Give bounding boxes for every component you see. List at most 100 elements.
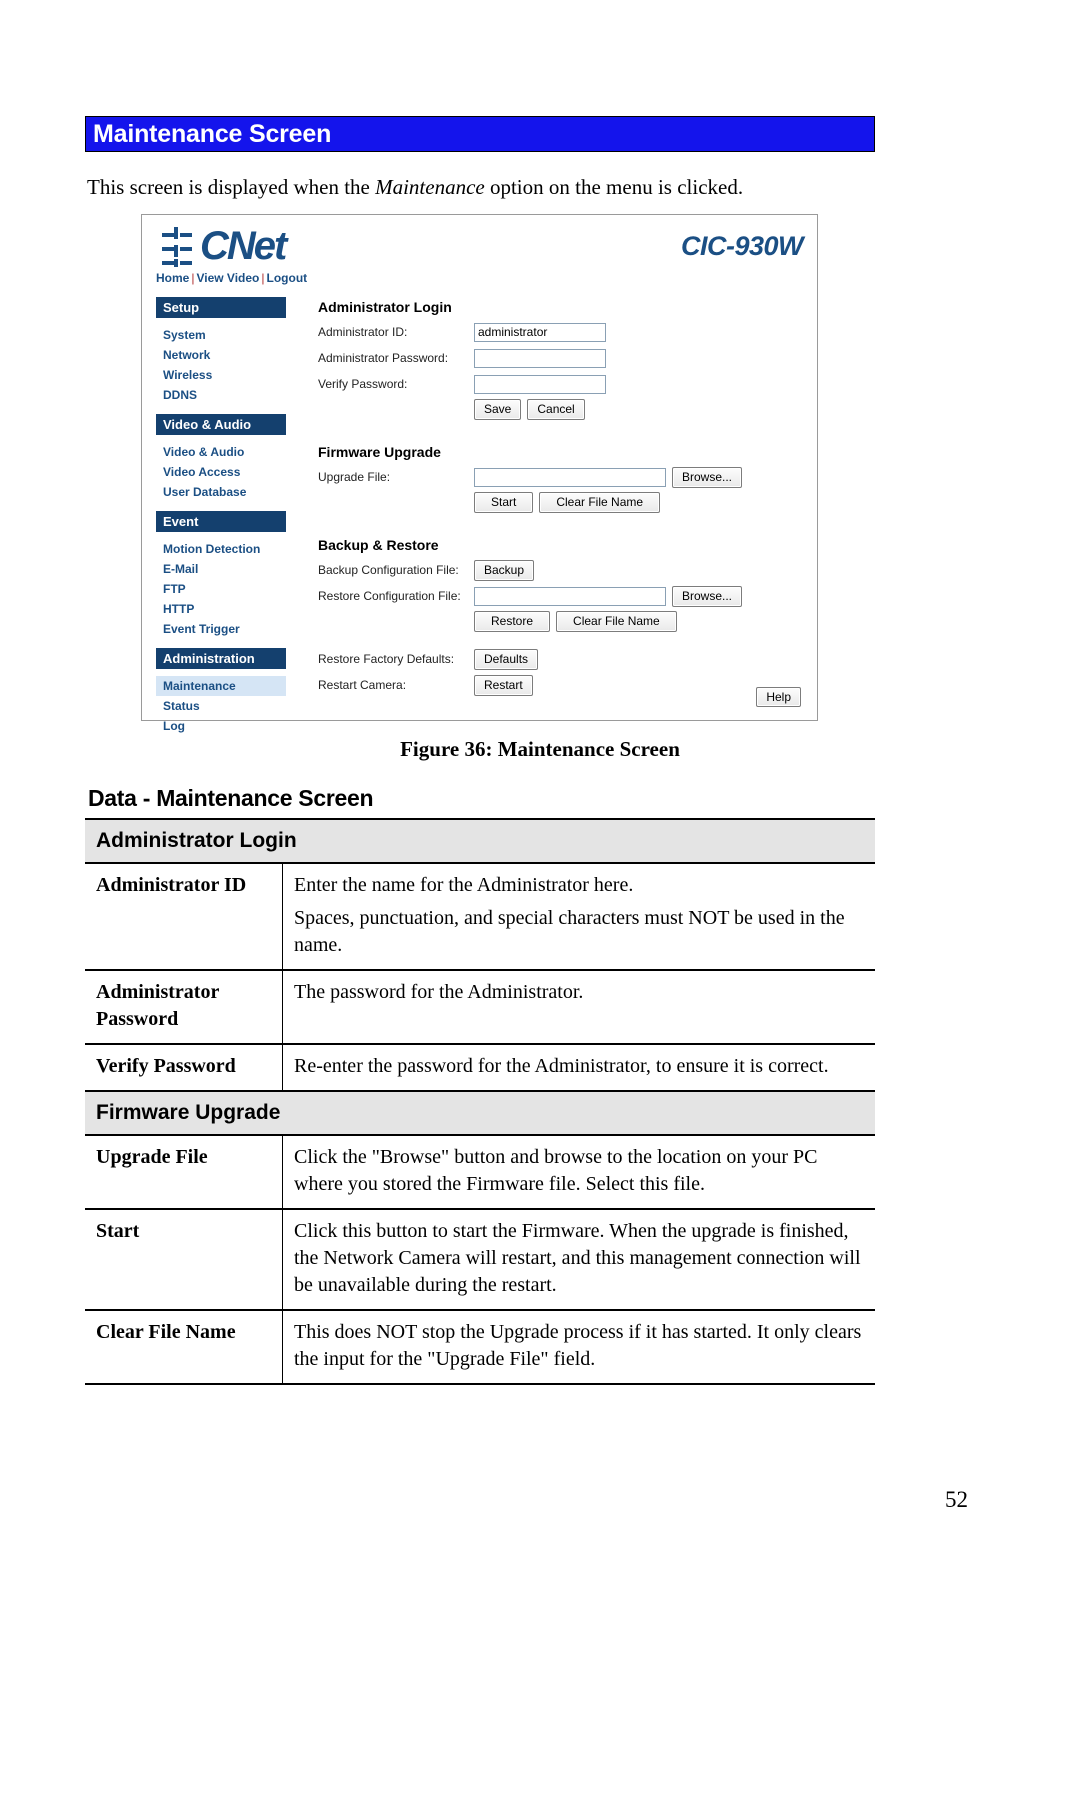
figure-camera-ui: CNet CIC-930W Home | View Video | Logout Set… (141, 214, 818, 733)
sidebar-item-network[interactable]: Network (156, 345, 286, 365)
row-key-start: Start (85, 1209, 283, 1311)
paragraph: Spaces, punctuation, and special charact… (294, 907, 845, 956)
sidebar-item-ddns[interactable]: DDNS (156, 385, 286, 405)
help-button[interactable]: Help (756, 687, 801, 707)
backup-restore-buttons: Restore Clear File Name (318, 611, 804, 632)
row-value-clear-file-name: This does NOT stop the Upgrade process i… (282, 1310, 875, 1385)
intro-text-after: option on the menu is clicked. (484, 175, 744, 199)
sidebar-item-user-database[interactable]: User Database (156, 482, 286, 502)
model-name: CIC-930W (680, 231, 804, 261)
restore-browse-button[interactable]: Browse... (672, 585, 743, 607)
table-row: Clear File Name This does NOT stop the U… (85, 1310, 875, 1385)
table-row: Administrator Password The password for … (85, 970, 875, 1045)
row-value-administrator-password: The password for the Administrator. (282, 970, 875, 1045)
top-links: Home | View Video | Logout (156, 271, 307, 285)
sidebar-header-setup: Setup (156, 297, 286, 318)
paragraph: Click the "Browse" button and browse to … (294, 1146, 818, 1195)
sidebar-item-video-audio[interactable]: Video & Audio (156, 442, 286, 462)
restart-button[interactable]: Restart (474, 674, 533, 696)
row-restore-factory-defaults: Restore Factory Defaults: Defaults (318, 648, 804, 670)
sidebar-item-event-trigger[interactable]: Event Trigger (156, 619, 286, 639)
table-row: Administrator ID Enter the name for the … (85, 863, 875, 971)
label-restore-factory-defaults: Restore Factory Defaults: (318, 652, 455, 666)
label-backup-configuration-file: Backup Configuration File: (318, 563, 459, 577)
upgrade-clear-file-name-button[interactable]: Clear File Name (539, 492, 661, 513)
row-upgrade-file: Upgrade File: Browse... (318, 466, 804, 488)
label-administrator-id: Administrator ID: (318, 325, 408, 339)
start-button[interactable]: Start (474, 492, 534, 513)
sidebar-header-event: Event (156, 511, 286, 532)
paragraph: Click this button to start the Firmware.… (294, 1220, 861, 1296)
row-restart-camera: Restart Camera: Restart (318, 674, 804, 696)
row-verify-password: Verify Password: (318, 373, 804, 395)
figure-caption: Figure 36: Maintenance Screen (400, 737, 680, 761)
link-home[interactable]: Home (156, 271, 189, 285)
page-number: 52 (945, 1487, 968, 1512)
sidebar-item-ftp[interactable]: FTP (156, 579, 286, 599)
link-view-video[interactable]: View Video (196, 271, 259, 285)
paragraph: This does NOT stop the Upgrade process i… (294, 1321, 862, 1370)
intro-text-italic: Maintenance (375, 175, 485, 199)
upgrade-file-input[interactable] (474, 467, 666, 487)
help-row: Help (756, 687, 801, 707)
admin-login-buttons: Save Cancel (318, 399, 804, 420)
page-title: Maintenance Screen (93, 120, 332, 148)
save-button[interactable]: Save (474, 399, 522, 420)
row-administrator-id: Administrator ID: administrator (318, 321, 804, 343)
row-restore-configuration-file: Restore Configuration File: Browse... (318, 585, 804, 607)
page-title-bar: Maintenance Screen (85, 116, 875, 152)
label-verify-password: Verify Password: (318, 377, 408, 391)
label-restart-camera: Restart Camera: (318, 678, 407, 692)
section-title-backup-restore: Backup & Restore (318, 537, 439, 553)
row-key-upgrade-file: Upgrade File (85, 1135, 283, 1210)
sidebar-item-video-access[interactable]: Video Access (156, 462, 286, 482)
link-separator: | (261, 271, 265, 285)
paragraph: The password for the Administrator. (294, 981, 584, 1003)
link-logout[interactable]: Logout (267, 271, 308, 285)
sidebar-header-administration: Administration (156, 648, 286, 669)
sidebar-item-email[interactable]: E-Mail (156, 559, 286, 579)
backup-button[interactable]: Backup (474, 559, 535, 581)
restore-button[interactable]: Restore (474, 611, 551, 632)
sidebar-item-wireless[interactable]: Wireless (156, 365, 286, 385)
paragraph: Re-enter the password for the Administra… (294, 1055, 829, 1077)
row-key-administrator-id: Administrator ID (85, 863, 283, 971)
firmware-upgrade-buttons: Start Clear File Name (318, 492, 804, 513)
verify-password-input[interactable] (474, 374, 606, 394)
table-group-row: Firmware Upgrade (85, 1090, 875, 1136)
cancel-button[interactable]: Cancel (527, 399, 585, 420)
table-row: Verify Password Re-enter the password fo… (85, 1044, 875, 1092)
table-row: Upgrade File Click the "Browse" button a… (85, 1135, 875, 1210)
defaults-button[interactable]: Defaults (474, 648, 539, 670)
upgrade-browse-button[interactable]: Browse... (672, 466, 743, 488)
restore-clear-file-name-button[interactable]: Clear File Name (556, 611, 677, 632)
label-upgrade-file: Upgrade File: (318, 470, 391, 484)
row-value-start: Click this button to start the Firmware.… (282, 1209, 875, 1311)
row-administrator-password: Administrator Password: (318, 347, 804, 369)
row-key-administrator-password: Administrator Password (85, 970, 283, 1045)
administrator-id-input[interactable]: administrator (474, 322, 606, 342)
sidebar-item-system[interactable]: System (156, 325, 286, 345)
data-table: Administrator Login Administrator ID Ent… (85, 818, 875, 1385)
intro-text-before: This screen is displayed when the (87, 175, 376, 199)
document-page: Maintenance Screen This screen is displa… (0, 0, 1080, 1819)
brand-name: CNet (200, 224, 287, 268)
table-group-row: Administrator Login (85, 818, 875, 864)
row-value-verify-password: Re-enter the password for the Administra… (282, 1044, 875, 1092)
label-restore-configuration-file: Restore Configuration File: (318, 589, 461, 603)
group-label-administrator-login: Administrator Login (85, 818, 875, 864)
group-label-firmware-upgrade: Firmware Upgrade (85, 1090, 875, 1136)
restore-file-input[interactable] (474, 586, 666, 606)
row-key-verify-password: Verify Password (85, 1044, 283, 1092)
sidebar-item-maintenance[interactable]: Maintenance (156, 676, 286, 696)
row-value-upgrade-file: Click the "Browse" button and browse to … (282, 1135, 875, 1210)
table-row: Start Click this button to start the Fir… (85, 1209, 875, 1311)
row-backup-configuration-file: Backup Configuration File: Backup (318, 559, 804, 581)
sidebar: Setup System Network Wireless DDNS Video… (156, 297, 286, 736)
sidebar-item-status[interactable]: Status (156, 696, 286, 716)
sidebar-item-motion-detection[interactable]: Motion Detection (156, 539, 286, 559)
sidebar-item-log[interactable]: Log (156, 716, 286, 736)
administrator-password-input[interactable] (474, 348, 606, 368)
sidebar-item-http[interactable]: HTTP (156, 599, 286, 619)
main-panel: Administrator Login Administrator ID: ad… (318, 299, 804, 700)
